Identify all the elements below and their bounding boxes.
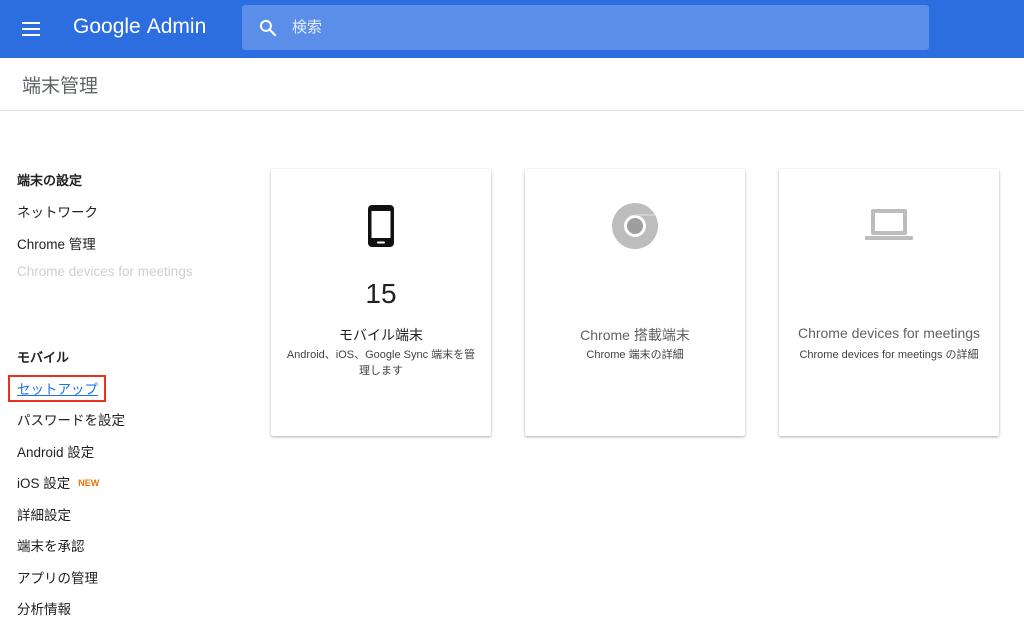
sidebar-heading-device-settings: 端末の設定	[17, 173, 83, 188]
logo-product: Admin	[146, 15, 207, 38]
search-icon	[259, 19, 277, 37]
top-app-bar: Google Admin	[0, 0, 1024, 58]
google-admin-logo[interactable]: Google Admin	[73, 15, 206, 39]
sidebar-item-label: iOS 設定	[17, 476, 71, 491]
card-description: Chrome devices for meetings の詳細	[799, 349, 979, 361]
page-header: 端末管理	[0, 58, 1024, 111]
card-description: Chrome 端末の詳細	[586, 349, 684, 361]
card-chrome-devices-for-meetings[interactable]: Chrome devices for meetings Chrome devic…	[779, 169, 999, 436]
card-mobile-devices[interactable]: 15 モバイル端末 Android、iOS、Google Sync 端末を管理し…	[271, 169, 491, 436]
card-icon-wrap	[271, 204, 491, 248]
card-description: Android、iOS、Google Sync 端末を管理します	[286, 349, 476, 377]
menu-icon-bar	[22, 28, 40, 30]
sidebar-item-setup[interactable]: セットアップ	[8, 375, 106, 402]
sidebar-item-ios-settings[interactable]: iOS 設定 NEW	[17, 472, 99, 492]
card-icon-wrap	[525, 202, 745, 250]
sidebar-item-network[interactable]: ネットワーク	[17, 201, 98, 221]
menu-icon	[22, 22, 40, 24]
sidebar-item-chrome-devices-for-meetings: Chrome devices for meetings	[17, 264, 193, 279]
chrome-icon	[612, 203, 658, 249]
sidebar-item-chrome-management[interactable]: Chrome 管理	[17, 233, 96, 253]
sidebar-item-android-settings[interactable]: Android 設定	[17, 441, 94, 461]
page-title: 端末管理	[22, 76, 99, 97]
mobile-device-count: 15	[365, 278, 397, 309]
sidebar-item-approve-devices[interactable]: 端末を承認	[17, 535, 85, 555]
laptop-icon	[865, 209, 913, 240]
menu-icon-bar	[22, 34, 40, 36]
card-title: Chrome devices for meetings	[797, 325, 981, 341]
menu-button[interactable]	[17, 16, 45, 42]
sidebar-heading-mobile: モバイル	[17, 350, 70, 365]
card-title: Chrome 搭載端末	[580, 327, 690, 343]
search-input[interactable]	[292, 5, 912, 50]
logo-brand: Google	[73, 15, 141, 38]
card-title: モバイル端末	[339, 327, 423, 343]
sidebar-item-app-management[interactable]: アプリの管理	[17, 567, 98, 587]
sidebar-item-advanced-settings[interactable]: 詳細設定	[17, 504, 71, 524]
sidebar-item-password-settings[interactable]: パスワードを設定	[17, 409, 125, 429]
card-chrome-devices[interactable]: Chrome 搭載端末 Chrome 端末の詳細	[525, 169, 745, 436]
sidebar-item-insights[interactable]: 分析情報	[17, 598, 71, 618]
search-box[interactable]	[242, 5, 929, 50]
card-icon-wrap	[779, 207, 999, 243]
new-badge: NEW	[78, 478, 100, 488]
smartphone-icon	[368, 205, 394, 247]
